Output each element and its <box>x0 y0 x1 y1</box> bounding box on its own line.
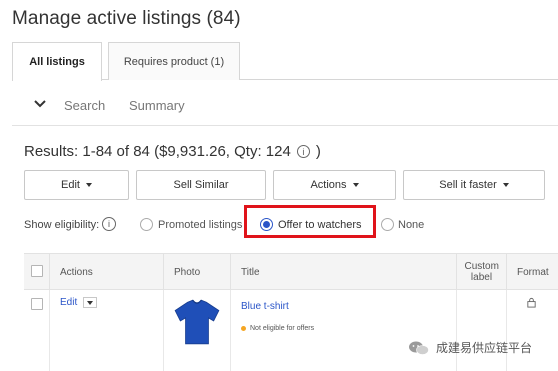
status-dot <box>241 326 246 331</box>
results-summary: Results: 1-84 of 84 ($9,931.26, Qty: 124… <box>24 143 321 160</box>
tab-requires-product[interactable]: Requires product (1) <box>108 42 240 80</box>
sell-it-faster-button[interactable]: Sell it faster <box>403 170 545 200</box>
watermark: 成建易供应链平台 <box>408 339 532 356</box>
row-photo-cell <box>164 290 231 371</box>
row-custom-label-cell <box>457 290 507 371</box>
edit-button[interactable]: Edit <box>24 170 129 200</box>
caret-down-icon <box>85 183 92 187</box>
summary-toggle[interactable]: Summary <box>129 98 185 113</box>
caret-down-icon <box>502 183 509 187</box>
table-row: Edit Blue t-shirt Not eligible for offer… <box>24 290 558 371</box>
eligibility-label: Show eligibility: <box>24 219 100 231</box>
column-header-actions: Actions <box>50 254 164 290</box>
actions-button[interactable]: Actions <box>273 170 396 200</box>
column-header-photo: Photo <box>164 254 231 290</box>
tshirt-thumbnail[interactable] <box>171 296 223 348</box>
row-edit-dropdown[interactable] <box>83 297 98 308</box>
row-edit-control: Edit <box>60 297 98 308</box>
table-header: Actions Photo Title Custom label Format <box>24 254 558 290</box>
column-header-title[interactable]: Title <box>231 254 457 290</box>
results-close-paren: ) <box>315 143 321 160</box>
edit-button-label: Edit <box>61 179 80 191</box>
column-header-custom-label[interactable]: Custom label <box>457 254 507 290</box>
column-header-format[interactable]: Format <box>507 254 558 290</box>
header-select-cell <box>24 254 50 290</box>
radio-promoted-listings[interactable] <box>140 218 153 231</box>
watermark-text: 成建易供应链平台 <box>436 341 533 355</box>
select-all-checkbox[interactable] <box>31 265 43 277</box>
listing-title-link[interactable]: Blue t-shirt <box>241 301 289 312</box>
info-icon[interactable]: i <box>296 145 310 158</box>
custom-label-header-text: Custom label <box>464 261 499 283</box>
offer-status: Not eligible for offers <box>241 325 314 332</box>
radio-none[interactable] <box>381 218 394 231</box>
row-actions-cell: Edit <box>50 290 164 371</box>
info-icon[interactable]: i <box>102 217 116 231</box>
caret-down-icon <box>87 300 94 305</box>
radio-label-offer: Offer to watchers <box>278 219 362 231</box>
row-select-cell <box>24 290 50 371</box>
wechat-icon <box>409 341 429 355</box>
offer-status-text: Not eligible for offers <box>250 325 315 332</box>
tab-bar: All listings Requires product (1) <box>12 42 558 81</box>
page-title: Manage active listings (84) <box>12 8 241 29</box>
listing-toolbar: Search Summary <box>12 82 558 126</box>
caret-down-icon <box>352 183 359 187</box>
results-text: Results: 1-84 of 84 ($9,931.26, Qty: 124 <box>24 143 291 160</box>
actions-button-label: Actions <box>310 179 347 191</box>
row-checkbox[interactable] <box>31 298 43 310</box>
chevron-down-icon[interactable] <box>32 96 48 112</box>
search-toggle[interactable]: Search <box>64 98 105 113</box>
radio-label-none: None <box>398 219 425 231</box>
sell-similar-button[interactable]: Sell Similar <box>136 170 266 200</box>
radio-label-promoted: Promoted listings <box>158 219 243 231</box>
sell-it-faster-label: Sell it faster <box>439 179 497 191</box>
radio-offer-to-watchers[interactable] <box>260 218 273 231</box>
lock-icon <box>527 297 536 308</box>
row-edit-link[interactable]: Edit <box>60 297 77 308</box>
row-title-cell: Blue t-shirt Not eligible for offers <box>231 290 457 371</box>
sell-similar-label: Sell Similar <box>173 179 229 191</box>
row-format-cell <box>507 290 558 371</box>
tab-all-listings[interactable]: All listings <box>12 42 102 81</box>
